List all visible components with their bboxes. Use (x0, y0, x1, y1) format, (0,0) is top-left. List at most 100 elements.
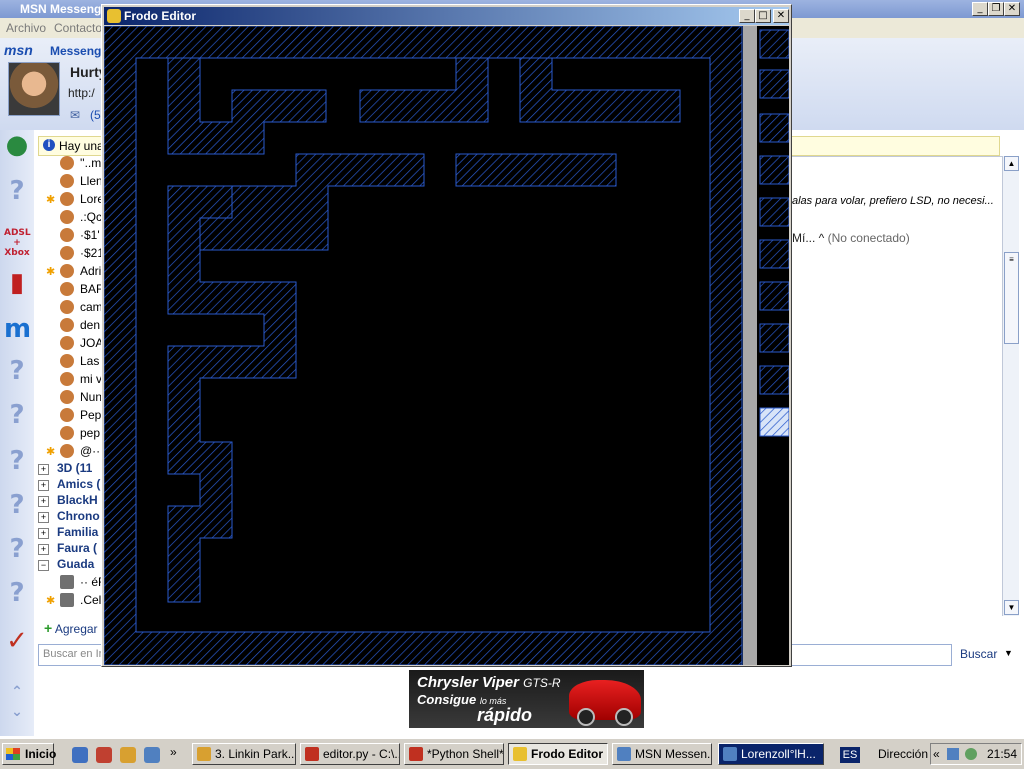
frodo-close-button[interactable]: ✕ (773, 9, 789, 23)
unknown-tab-icon-1[interactable]: ? (4, 356, 30, 390)
tray-expand-icon[interactable]: « (933, 747, 940, 761)
scroll-down-arrow[interactable]: ▼ (1004, 600, 1019, 615)
scroll-up-arrow[interactable]: ▲ (1004, 156, 1019, 171)
contact-group[interactable]: + Amics ( (38, 477, 100, 493)
contact-group[interactable]: − Guada (38, 557, 94, 573)
frodo-maximize-button[interactable]: □ (755, 9, 771, 23)
wall-segment[interactable] (359, 57, 489, 123)
inner-walls[interactable] (167, 57, 681, 603)
unknown-tab-icon-3[interactable]: ? (4, 446, 30, 480)
cocacola-tab-icon[interactable]: ▮ (4, 268, 30, 302)
msn-right-panel: alas para volar, prefiero LSD, no necesi… (790, 156, 1004, 617)
chrysler-viper-ad[interactable]: Chrysler Viper GTS-R Consigue lo más ráp… (409, 670, 644, 728)
address-label[interactable]: Dirección (878, 747, 928, 761)
expand-collapse-icon[interactable]: + (38, 544, 49, 555)
contact-status-icon (60, 156, 74, 170)
add-contact-button[interactable]: + Agregar (44, 620, 98, 636)
close-button[interactable]: ✕ (1004, 2, 1020, 16)
contact-group[interactable]: + Familia (38, 525, 98, 541)
msn-scrollbar[interactable]: ▲ ≡ ▼ (1002, 156, 1019, 616)
expand-collapse-icon[interactable]: + (38, 480, 49, 491)
taskbar-button[interactable]: editor.py - C:\... (300, 743, 400, 765)
unknown-tab-icon-5[interactable]: ? (4, 534, 30, 568)
start-button[interactable]: Inicio (2, 743, 56, 765)
contact-name: Las (80, 354, 100, 368)
expand-collapse-icon[interactable]: + (38, 496, 49, 507)
mail-icon[interactable]: ✉ (70, 108, 80, 122)
movistar-tab-icon[interactable]: m (4, 314, 31, 348)
new-contact-star-icon: ✱ (46, 194, 56, 206)
unknown-tab-icon-4[interactable]: ? (4, 490, 30, 524)
quicklaunch-winamp-icon[interactable] (120, 747, 136, 763)
clock[interactable]: 21:54 (987, 747, 1017, 761)
group-name: Familia (57, 525, 99, 539)
chart-tab-icon[interactable]: ✓ (4, 626, 30, 660)
palette-tile[interactable] (759, 113, 789, 143)
group-name: Chrono (57, 509, 100, 523)
quicklaunch-more-icon[interactable]: » (170, 745, 177, 759)
maximize-button[interactable]: ❐ (988, 2, 1004, 16)
taskbar-button[interactable]: *Python Shell* (404, 743, 504, 765)
chevron-down-icon[interactable]: ▼ (1004, 648, 1013, 658)
scroll-down-tabs-icon[interactable]: ⌄ (4, 704, 30, 738)
palette-tile[interactable] (759, 281, 789, 311)
search-contacts-input[interactable]: Buscar en Ir (38, 644, 106, 666)
contact-name: Nun (80, 390, 103, 404)
expand-collapse-icon[interactable]: − (38, 560, 49, 571)
search-placeholder: Buscar en Ir (43, 648, 103, 660)
frodo-minimize-button[interactable]: _ (739, 9, 755, 23)
mail-count[interactable]: (5 (90, 108, 101, 122)
taskbar-button[interactable]: MSN Messen... (612, 743, 712, 765)
language-indicator[interactable]: ES (840, 747, 860, 763)
offline-contact[interactable]: Mí... ^ (No conectado) (792, 231, 910, 245)
level-canvas[interactable] (104, 26, 789, 665)
palette-tile[interactable] (759, 365, 789, 395)
avatar[interactable] (8, 62, 60, 116)
palette-tile-selected[interactable] (759, 407, 789, 437)
palette-tile[interactable] (759, 29, 789, 59)
contact-name: .Cel (80, 593, 102, 607)
help-tab-icon[interactable]: ? (4, 176, 30, 210)
contact-group[interactable]: +3D (11 (38, 461, 92, 477)
palette-tile[interactable] (759, 323, 789, 353)
unknown-tab-icon-6[interactable]: ? (4, 578, 30, 612)
taskbar: Inicio » 3. Linkin Park... editor.py - C:… (0, 738, 1024, 769)
contact-status-icon (60, 336, 74, 350)
wall-segment[interactable] (167, 57, 327, 155)
menu-archivo[interactable]: Archivo (6, 21, 46, 35)
taskbar-button[interactable]: Frodo Editor (508, 743, 608, 765)
scroll-strip[interactable] (743, 26, 757, 665)
user-personal-message[interactable]: http:/ (68, 86, 95, 100)
taskbar-button[interactable]: 3. Linkin Park... (192, 743, 296, 765)
quicklaunch-ie-icon[interactable] (72, 747, 88, 763)
quicklaunch-msn-icon[interactable] (144, 747, 160, 763)
wall-segment[interactable] (519, 57, 681, 123)
taskbar-button[interactable]: Lorenzoll°lH... (718, 743, 824, 765)
scroll-thumb[interactable]: ≡ (1004, 252, 1019, 344)
quicklaunch-media-icon[interactable] (96, 747, 112, 763)
level-map[interactable] (104, 26, 789, 665)
expand-collapse-icon[interactable]: + (38, 528, 49, 539)
msn-tray-icon[interactable] (965, 748, 977, 760)
contact-group[interactable]: + BlackH (38, 493, 98, 509)
expand-collapse-icon[interactable]: + (38, 512, 49, 523)
contact-group[interactable]: + Chrono (38, 509, 100, 525)
web-search-input[interactable] (790, 644, 952, 666)
palette-tile[interactable] (759, 69, 789, 99)
wall-segment[interactable] (199, 153, 425, 251)
menu-contactos[interactable]: Contacto (54, 21, 102, 35)
adsl-xbox-tab-icon[interactable]: ADSL + Xbox (4, 222, 31, 262)
palette-tile[interactable] (759, 239, 789, 269)
wall-segment[interactable] (455, 153, 617, 187)
palette-tile[interactable] (759, 197, 789, 227)
network-icon[interactable] (947, 748, 959, 760)
palette-tile[interactable] (759, 155, 789, 185)
frodo-titlebar[interactable]: Frodo Editor _ □ ✕ (104, 7, 789, 25)
minimize-button[interactable]: _ (972, 2, 988, 16)
unknown-tab-icon-2[interactable]: ? (4, 400, 30, 434)
contacts-tab-icon[interactable]: ● (4, 130, 30, 164)
contact-group[interactable]: + Faura ( (38, 541, 97, 557)
expand-collapse-icon[interactable]: + (38, 464, 49, 475)
new-contact-star-icon: ✱ (46, 266, 56, 278)
buscar-button[interactable]: Buscar (960, 647, 997, 661)
